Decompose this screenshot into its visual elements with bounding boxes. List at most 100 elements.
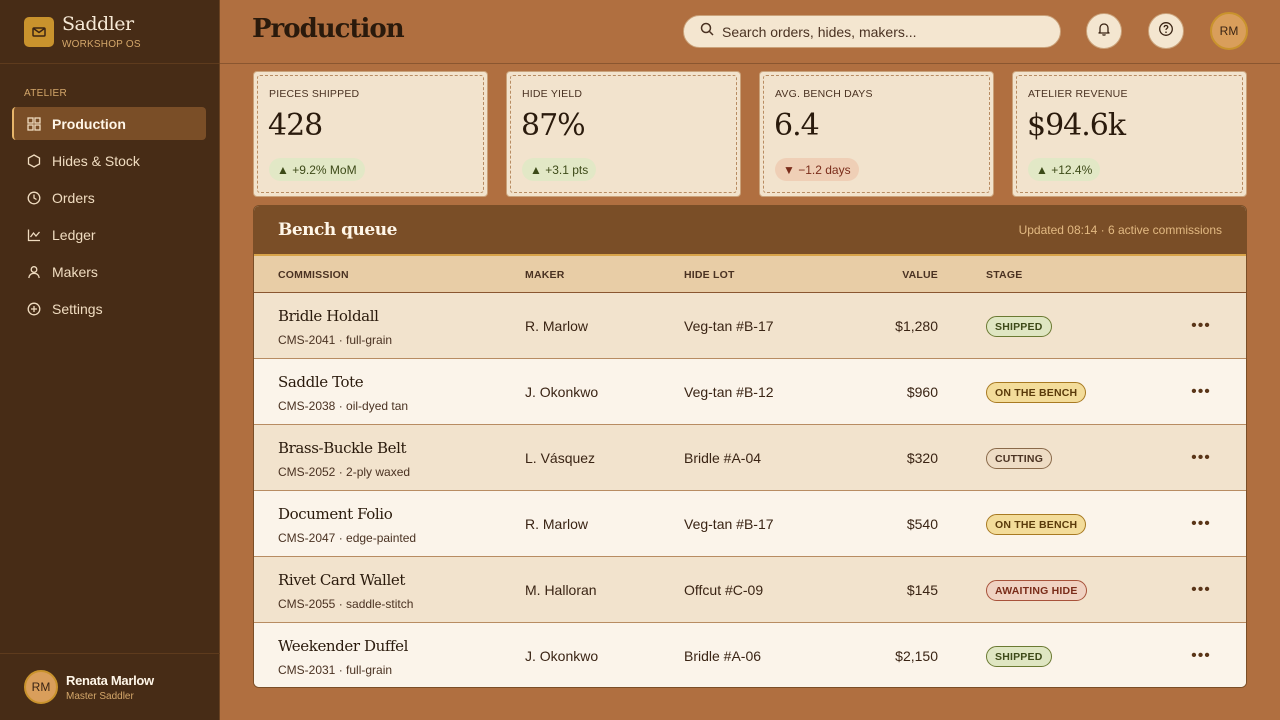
commission-name: Weekender Duffel — [278, 637, 409, 655]
envelope-icon — [24, 16, 54, 47]
user-profile[interactable]: RM Renata Marlow Master Saddler — [0, 653, 220, 720]
value: $320 — [906, 450, 938, 466]
kpi-value: $94.6k — [1027, 108, 1126, 143]
commission-sub: CMS-2055 · saddle-stitch — [278, 597, 414, 611]
column-header-commission[interactable]: COMMISSION — [278, 269, 349, 281]
more-options-icon[interactable]: ••• — [1190, 515, 1212, 533]
maker: M. Halloran — [525, 582, 597, 598]
more-options-icon[interactable]: ••• — [1190, 647, 1212, 665]
table-row[interactable]: Bridle Holdall CMS-2041 · full-grain R. … — [254, 293, 1246, 359]
kpi-card: HIDE YIELD 87% ▲ +3.1 pts — [506, 71, 741, 197]
kpi-card: AVG. BENCH DAYS 6.4 ▼ −1.2 days — [759, 71, 994, 197]
sidebar-item-makers[interactable]: Makers — [12, 255, 206, 288]
kpi-label: PIECES SHIPPED — [269, 88, 360, 100]
sidebar-item-ledger[interactable]: Ledger — [12, 218, 206, 251]
stage-badge: SHIPPED — [986, 316, 1052, 337]
kpi-delta-badge: ▲ +9.2% MoM — [269, 158, 365, 181]
sidebar-item-production[interactable]: Production — [12, 107, 206, 140]
stage-badge: CUTTING — [986, 448, 1053, 469]
commission-name: Saddle Tote — [278, 373, 364, 391]
kpi-delta-badge: ▲ +3.1 pts — [522, 158, 597, 181]
brand-subtitle: WORKSHOP OS — [62, 38, 141, 50]
stage-badge: ON THE BENCH — [986, 514, 1087, 535]
sidebar-item-label: Hides & Stock — [52, 152, 140, 169]
topbar: Production RM — [220, 0, 1280, 64]
maker: R. Marlow — [525, 516, 589, 532]
sidebar-item-label: Orders — [52, 189, 95, 206]
search-bar[interactable] — [683, 15, 1061, 48]
kpi-card: PIECES SHIPPED 428 ▲ +9.2% MoM — [253, 71, 488, 197]
maker: J. Okonkwo — [525, 648, 599, 664]
stage-badge: ON THE BENCH — [986, 382, 1087, 403]
hide-lot: Veg-tan #B-17 — [684, 318, 774, 334]
value: $145 — [906, 582, 938, 598]
brand[interactable]: Saddler WORKSHOP OS — [0, 0, 219, 64]
more-options-icon[interactable]: ••• — [1190, 581, 1212, 599]
page-title: Production — [252, 14, 405, 44]
commission-sub: CMS-2047 · edge-painted — [278, 531, 417, 545]
column-header-stage[interactable]: STAGE — [986, 269, 1022, 281]
avatar: RM — [24, 670, 58, 704]
user-name: Renata Marlow — [66, 672, 154, 688]
commission-sub: CMS-2052 · 2-ply waxed — [278, 465, 411, 479]
help-button[interactable] — [1148, 13, 1184, 49]
commission-name: Document Folio — [278, 505, 393, 523]
more-options-icon[interactable]: ••• — [1190, 383, 1212, 401]
column-header-maker[interactable]: MAKER — [525, 269, 565, 281]
more-options-icon[interactable]: ••• — [1190, 317, 1212, 335]
kpi-value: 6.4 — [774, 108, 820, 143]
search-icon — [700, 22, 714, 41]
commission-name: Bridle Holdall — [278, 307, 379, 325]
column-header-value[interactable]: VALUE — [902, 269, 938, 281]
sidebar-item-hides-stock[interactable]: Hides & Stock — [12, 144, 206, 177]
sidebar-item-label: Ledger — [52, 226, 96, 243]
more-options-icon[interactable]: ••• — [1190, 449, 1212, 467]
commission-name: Rivet Card Wallet — [278, 571, 405, 589]
hide-lot: Bridle #A-06 — [684, 648, 762, 664]
hide-lot: Offcut #C-09 — [684, 582, 764, 598]
hexagon-icon — [26, 153, 42, 169]
maker: R. Marlow — [525, 318, 589, 334]
table-row[interactable]: Weekender Duffel CMS-2031 · full-grain J… — [254, 623, 1246, 687]
value: $540 — [906, 516, 938, 532]
kpi-delta-badge: ▼ −1.2 days — [775, 158, 859, 181]
commission-sub: CMS-2038 · oil-dyed tan — [278, 399, 409, 413]
bell-icon — [1096, 21, 1112, 42]
kpi-value: 428 — [268, 108, 323, 143]
value: $960 — [906, 384, 938, 400]
sidebar-item-settings[interactable]: Settings — [12, 292, 206, 325]
kpi-card: ATELIER REVENUE $94.6k ▲ +12.4% — [1012, 71, 1247, 197]
help-icon — [1158, 21, 1174, 42]
user-role: Master Saddler — [66, 690, 134, 702]
sidebar-item-label: Settings — [52, 300, 103, 317]
sidebar-item-orders[interactable]: Orders — [12, 181, 206, 214]
chart-line-icon — [26, 227, 42, 243]
value: $1,280 — [895, 318, 938, 334]
kpi-value: 87% — [521, 108, 586, 143]
table-row[interactable]: Saddle Tote CMS-2038 · oil-dyed tan J. O… — [254, 359, 1246, 425]
kpi-label: AVG. BENCH DAYS — [775, 88, 873, 100]
search-input[interactable] — [722, 23, 1042, 40]
column-header-hide-lot[interactable]: HIDE LOT — [684, 269, 735, 281]
table-row[interactable]: Brass-Buckle Belt CMS-2052 · 2-ply waxed… — [254, 425, 1246, 491]
kpi-label: HIDE YIELD — [522, 88, 583, 100]
user-icon — [26, 264, 42, 280]
hide-lot: Veg-tan #B-12 — [684, 384, 774, 400]
panel-title: Bench queue — [278, 220, 397, 240]
table-row[interactable]: Rivet Card Wallet CMS-2055 · saddle-stit… — [254, 557, 1246, 623]
hide-lot: Veg-tan #B-17 — [684, 516, 774, 532]
brand-name: Saddler — [62, 12, 134, 35]
hide-lot: Bridle #A-04 — [684, 450, 762, 466]
bench-queue-panel: Bench queue Updated 08:14 · 6 active com… — [253, 205, 1247, 688]
table-row[interactable]: Document Folio CMS-2047 · edge-painted R… — [254, 491, 1246, 557]
stage-badge: SHIPPED — [986, 646, 1052, 667]
sidebar-item-label: Production — [52, 115, 126, 132]
sidebar: Saddler WORKSHOP OS ATELIER Production H… — [0, 0, 220, 720]
kpi-delta-badge: ▲ +12.4% — [1028, 158, 1101, 181]
commission-sub: CMS-2031 · full-grain — [278, 663, 393, 677]
account-avatar[interactable]: RM — [1210, 12, 1248, 50]
stage-badge: AWAITING HIDE — [986, 580, 1087, 601]
table-header: COMMISSION MAKER HIDE LOT VALUE STAGE — [254, 256, 1246, 293]
notifications-button[interactable] — [1086, 13, 1122, 49]
kpi-label: ATELIER REVENUE — [1028, 88, 1128, 100]
